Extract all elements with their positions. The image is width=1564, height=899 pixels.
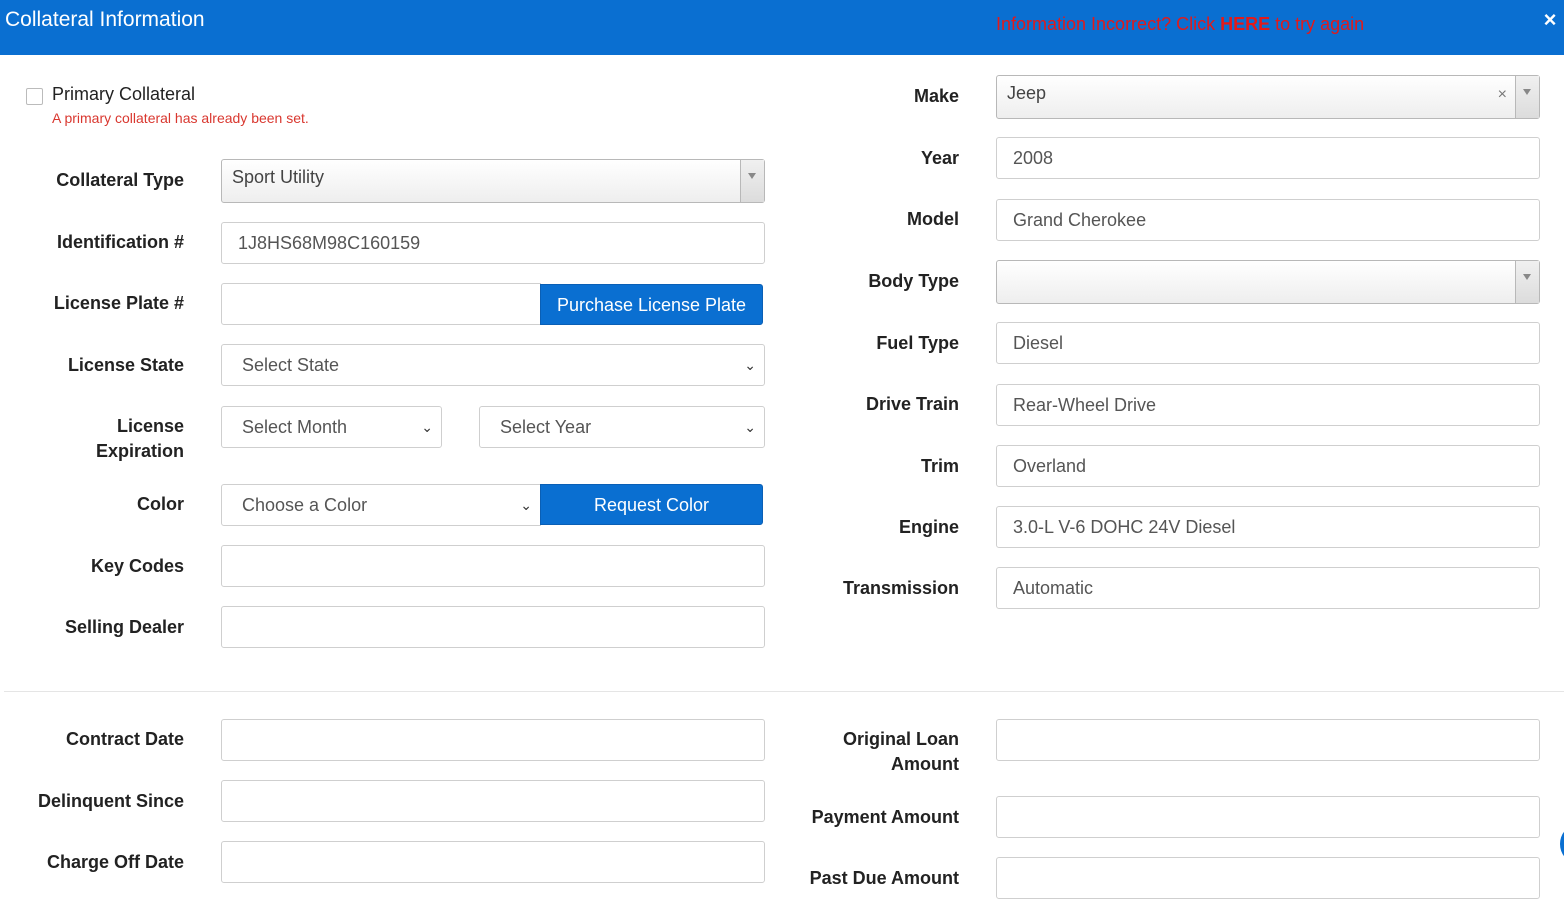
drive-train-input[interactable]: Rear-Wheel Drive [996, 384, 1540, 426]
body-type-label: Body Type [868, 271, 959, 291]
license-plate-label: License Plate # [53, 293, 184, 313]
chevron-down-icon: ⌄ [421, 419, 433, 435]
model-label: Model [907, 209, 959, 229]
chevron-down-icon[interactable] [1515, 76, 1539, 118]
contract-date-label: Contract Date [65, 729, 184, 749]
clear-icon[interactable]: × [1498, 76, 1507, 114]
identification-input[interactable]: 1J8HS68M98C160159 [221, 222, 765, 264]
color-select[interactable]: Choose a Color ⌄ [221, 484, 541, 526]
primary-collateral-warning: A primary collateral has already been se… [52, 110, 309, 126]
license-state-value: Select State [242, 355, 340, 375]
year-input[interactable]: 2008 [996, 137, 1540, 179]
past-due-amount-label: Past Due Amount [809, 868, 959, 888]
key-codes-label: Key Codes [90, 556, 184, 576]
collateral-type-value: Sport Utility [232, 167, 325, 187]
contract-date-input[interactable] [221, 719, 765, 761]
info-incorrect-notice: Information Incorrect? Click HERE to try… [996, 14, 1364, 35]
modal-title: Collateral Information [5, 8, 205, 31]
license-state-select[interactable]: Select State ⌄ [221, 344, 765, 386]
delinquent-since-input[interactable] [221, 780, 765, 822]
fuel-type-label: Fuel Type [876, 333, 959, 353]
drive-train-label: Drive Train [865, 394, 959, 414]
chevron-down-icon: ⌄ [744, 357, 756, 373]
transmission-label: Transmission [842, 578, 959, 598]
charge-off-date-label: Charge Off Date [46, 852, 184, 872]
chevron-down-icon[interactable] [1515, 261, 1539, 303]
make-label: Make [913, 86, 959, 106]
license-expiration-month-value: Select Month [242, 417, 348, 437]
engine-label: Engine [898, 517, 959, 537]
payment-amount-label: Payment Amount [811, 807, 959, 827]
notice-prefix: Information Incorrect? Click [996, 14, 1221, 34]
color-value: Choose a Color [242, 495, 368, 515]
selling-dealer-label: Selling Dealer [64, 617, 184, 637]
notice-here-link[interactable]: HERE [1220, 14, 1270, 34]
original-loan-amount-label-line1: Original Loan [842, 729, 959, 749]
identification-label: Identification # [56, 232, 184, 252]
charge-off-date-input[interactable] [221, 841, 765, 883]
collateral-type-select[interactable]: Sport Utility [221, 159, 765, 203]
license-expiration-year-select[interactable]: Select Year ⌄ [479, 406, 765, 448]
section-divider [4, 691, 1564, 692]
license-expiration-year-value: Select Year [500, 417, 592, 437]
make-value: Jeep [1007, 83, 1047, 103]
license-expiration-label-line2: Expiration [95, 441, 184, 461]
engine-input[interactable]: 3.0-L V-6 DOHC 24V Diesel [996, 506, 1540, 548]
license-expiration-label: License Expiration [20, 414, 184, 464]
color-label: Color [137, 494, 184, 514]
original-loan-amount-label: Original Loan Amount [760, 727, 959, 777]
model-input[interactable]: Grand Cherokee [996, 199, 1540, 241]
request-color-button[interactable]: Request Color [540, 484, 763, 525]
original-loan-amount-input[interactable] [996, 719, 1540, 761]
trim-label: Trim [920, 456, 959, 476]
payment-amount-input[interactable] [996, 796, 1540, 838]
purchase-license-plate-button[interactable]: Purchase License Plate [540, 284, 763, 325]
chevron-down-icon: ⌄ [744, 419, 756, 435]
body-type-select[interactable] [996, 260, 1540, 304]
primary-collateral-checkbox[interactable] [26, 88, 43, 105]
original-loan-amount-label-line2: Amount [891, 754, 959, 774]
year-label: Year [920, 148, 959, 168]
delinquent-since-label: Delinquent Since [37, 791, 184, 811]
modal-header: Collateral Information Information Incor… [0, 0, 1564, 55]
fuel-type-input[interactable]: Diesel [996, 322, 1540, 364]
close-icon[interactable]: × [1538, 6, 1562, 34]
primary-collateral-label: Primary Collateral [52, 84, 196, 104]
license-expiration-month-select[interactable]: Select Month ⌄ [221, 406, 442, 448]
license-state-label: License State [67, 355, 184, 375]
selling-dealer-input[interactable] [221, 606, 765, 648]
license-plate-input[interactable] [221, 283, 541, 325]
notice-suffix: to try again [1270, 14, 1365, 34]
key-codes-input[interactable] [221, 545, 765, 587]
transmission-input[interactable]: Automatic [996, 567, 1540, 609]
trim-input[interactable]: Overland [996, 445, 1540, 487]
license-expiration-label-line1: License [116, 416, 184, 436]
help-chat-icon[interactable] [1560, 826, 1564, 862]
collateral-type-label: Collateral Type [56, 170, 184, 190]
make-select[interactable]: Jeep × [996, 75, 1540, 119]
chevron-down-icon: ⌄ [520, 497, 532, 513]
past-due-amount-input[interactable] [996, 857, 1540, 899]
